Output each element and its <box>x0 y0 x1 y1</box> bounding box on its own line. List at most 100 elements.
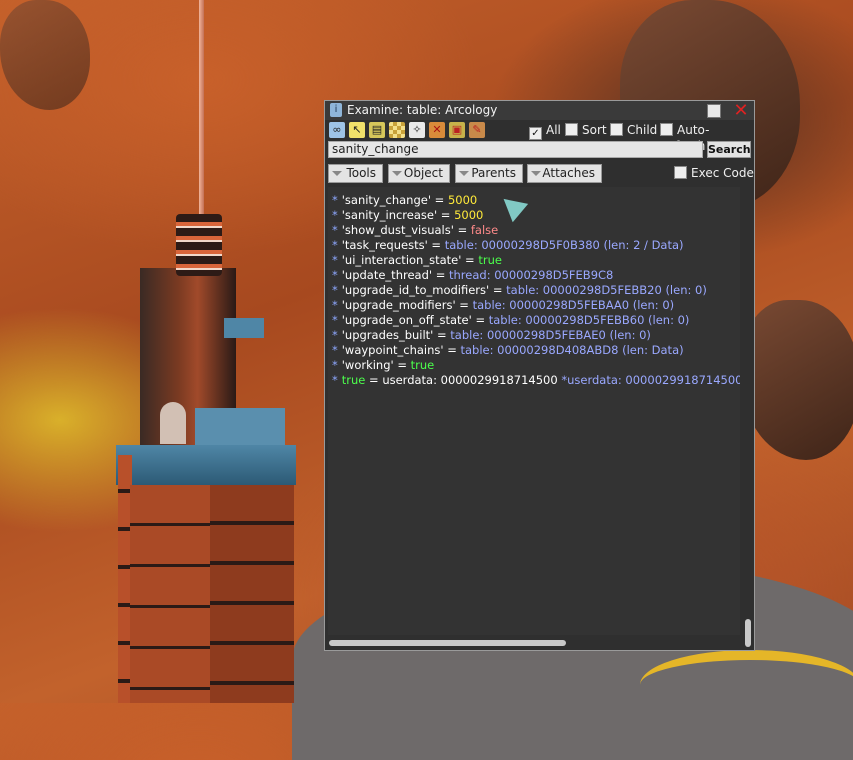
chevron-down-icon <box>459 171 469 176</box>
entry-key[interactable]: 'upgrades_built' <box>342 328 434 342</box>
entry-star: * <box>332 253 338 267</box>
entry-value[interactable]: userdata: 0000029918714500 <box>382 373 557 387</box>
entry-star: * <box>332 208 338 222</box>
exec-code-option[interactable]: Exec Code <box>674 165 754 182</box>
attaches-menu[interactable]: Attaches <box>527 164 602 183</box>
list-item[interactable]: * 'waypoint_chains' = table: 00000298D408… <box>332 343 684 358</box>
entry-value[interactable]: thread: 00000298D5FEB9C8 <box>449 268 613 282</box>
wand-icon[interactable]: ✧ <box>409 122 425 138</box>
edit-icon[interactable]: ✎ <box>469 122 485 138</box>
entry-value[interactable]: 5000 <box>448 193 477 207</box>
all-checkbox[interactable]: ✓ <box>529 127 542 140</box>
auto-refresh-checkbox[interactable] <box>660 123 673 136</box>
arcology-tower-top[interactable] <box>176 214 222 276</box>
entry-key[interactable]: true <box>342 373 366 387</box>
entry-value[interactable]: true <box>478 253 502 267</box>
sort-option[interactable]: Sort <box>565 122 607 138</box>
sort-checkbox[interactable] <box>565 123 578 136</box>
auto-refresh-option[interactable]: Auto-Refresh <box>660 122 754 153</box>
entry-key[interactable]: 'sanity_increase' <box>342 208 437 222</box>
entry-key[interactable]: 'working' <box>342 358 394 372</box>
window-title: Examine: table: Arcology <box>347 103 498 117</box>
list-item[interactable]: * 'task_requests' = table: 00000298D5F0B3… <box>332 238 684 253</box>
rock-formation <box>740 300 853 460</box>
entry-value[interactable]: 5000 <box>454 208 483 222</box>
parents-menu[interactable]: Parents <box>455 164 523 183</box>
entry-extra[interactable]: *userdata: 0000029918714500 <box>561 373 740 387</box>
close-button[interactable]: ✕ <box>733 101 749 120</box>
arcology-tower-body[interactable] <box>210 485 294 703</box>
entry-star: * <box>332 373 338 387</box>
child-option[interactable]: Child <box>610 122 657 138</box>
entry-value[interactable]: true <box>411 358 435 372</box>
parents-menu-label: Parents <box>471 166 516 180</box>
list-item[interactable]: * 'upgrades_built' = table: 00000298D5FEB… <box>332 328 651 343</box>
entry-value[interactable]: table: 00000298D5FEBAA0 (len: 0) <box>473 298 675 312</box>
entry-value[interactable]: table: 00000298D5FEBAE0 (len: 0) <box>450 328 651 342</box>
horizontal-scrollbar[interactable] <box>329 640 566 646</box>
entry-value[interactable]: false <box>471 223 498 237</box>
object-menu[interactable]: Object <box>388 164 450 183</box>
list-item[interactable]: * 'upgrade_on_off_state' = table: 0000029… <box>332 313 689 328</box>
exec-code-checkbox[interactable] <box>674 166 687 179</box>
maximize-button[interactable] <box>707 104 721 118</box>
child-checkbox[interactable] <box>610 123 623 136</box>
entry-key[interactable]: 'ui_interaction_state' <box>342 253 462 267</box>
list-item[interactable]: * 'upgrade_modifiers' = table: 00000298D5… <box>332 298 674 313</box>
list-item[interactable]: * 'update_thread' = thread: 00000298D5FEB… <box>332 268 613 283</box>
examine-window[interactable]: i Examine: table: Arcology ✕ ∞ ↖ ▤ ✧ ✕ ▣… <box>324 100 755 651</box>
tools-menu-label: Tools <box>346 166 376 180</box>
arcology-terrace <box>116 445 296 485</box>
entry-equals: = <box>431 238 442 252</box>
sort-label: Sort <box>582 123 607 137</box>
entry-equals: = <box>435 268 446 282</box>
list-item[interactable]: * 'working' = true <box>332 358 434 373</box>
checker-icon[interactable] <box>389 122 405 138</box>
entry-equals: = <box>369 373 379 387</box>
toolbar: ∞ ↖ ▤ ✧ ✕ ▣ ✎ ✓ All Sort Child Auto-Refre… <box>325 120 754 153</box>
image-icon[interactable]: ▣ <box>449 122 465 138</box>
entry-equals: = <box>492 283 503 297</box>
film-icon[interactable]: ▤ <box>369 122 385 138</box>
entry-key[interactable]: 'upgrade_on_off_state' <box>342 313 472 327</box>
entry-key[interactable]: 'show_dust_visuals' <box>342 223 454 237</box>
chevron-down-icon <box>332 171 342 176</box>
chevron-down-icon <box>392 171 402 176</box>
link-icon[interactable]: ∞ <box>329 122 345 138</box>
entry-value[interactable]: table: 00000298D5FEBB20 (len: 0) <box>506 283 707 297</box>
entry-star: * <box>332 193 338 207</box>
list-item[interactable]: * 'show_dust_visuals' = false <box>332 223 498 238</box>
arcology-arch <box>160 402 186 444</box>
entry-key[interactable]: 'sanity_change' <box>342 193 431 207</box>
entry-equals: = <box>437 328 447 342</box>
entry-key[interactable]: 'update_thread' <box>342 268 432 282</box>
all-option[interactable]: ✓ All <box>529 122 561 140</box>
entry-value[interactable]: table: 00000298D5F0B380 (len: 2 / Data) <box>445 238 684 252</box>
arcology-terrace <box>224 318 264 338</box>
entry-key[interactable]: 'upgrade_id_to_modifiers' <box>342 283 489 297</box>
search-input[interactable]: sanity_change <box>328 141 703 158</box>
entry-value[interactable]: table: 00000298D408ABD8 (len: Data) <box>461 343 684 357</box>
entry-key[interactable]: 'task_requests' <box>342 238 428 252</box>
arcology-tower-body[interactable] <box>130 485 210 703</box>
entry-star: * <box>332 223 338 237</box>
title-bar[interactable]: i Examine: table: Arcology ✕ <box>325 101 754 120</box>
list-item[interactable]: * 'sanity_change' = 5000 <box>332 193 477 208</box>
list-item[interactable]: * 'upgrade_id_to_modifiers' = table: 0000… <box>332 283 707 298</box>
list-item[interactable]: * 'ui_interaction_state' = true <box>332 253 502 268</box>
tools-menu[interactable]: Tools <box>328 164 383 183</box>
road-stripe <box>640 650 853 720</box>
search-button[interactable]: Search <box>707 141 751 158</box>
list-item[interactable]: * true = userdata: 0000029918714500 *user… <box>332 373 740 388</box>
entry-equals: = <box>397 358 407 372</box>
delete-icon[interactable]: ✕ <box>429 122 445 138</box>
entry-star: * <box>332 238 338 252</box>
entry-value[interactable]: table: 00000298D5FEBB60 (len: 0) <box>489 313 690 327</box>
pointer-icon[interactable]: ↖ <box>349 122 365 138</box>
entry-key[interactable]: 'waypoint_chains' <box>342 343 444 357</box>
vertical-scrollbar[interactable] <box>745 619 751 647</box>
entry-key[interactable]: 'upgrade_modifiers' <box>342 298 456 312</box>
list-item[interactable]: * 'sanity_increase' = 5000 <box>332 208 483 223</box>
examine-content[interactable]: * 'sanity_change' = 5000 * 'sanity_increase… <box>328 187 740 635</box>
object-menu-label: Object <box>403 166 443 180</box>
